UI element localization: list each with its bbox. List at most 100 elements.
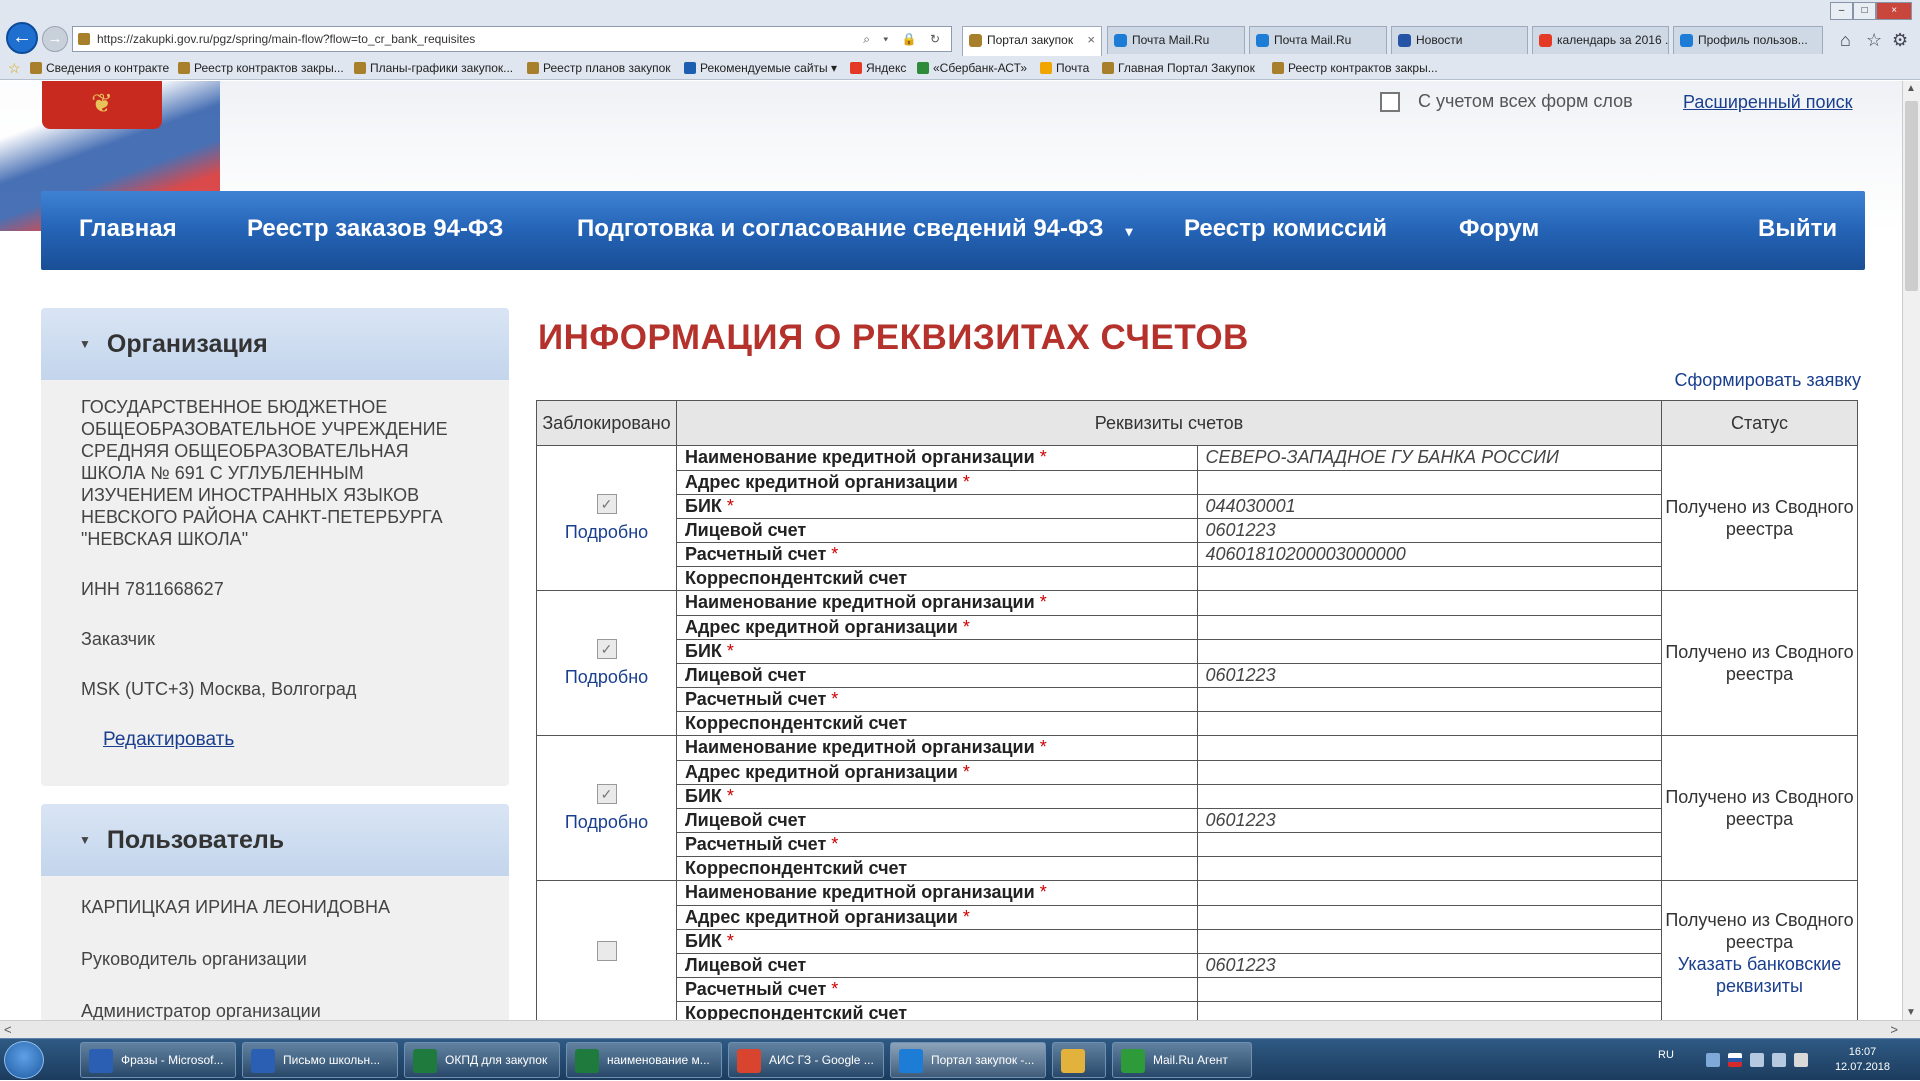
- requisite-label-cell: Адрес кредитной организации *: [677, 905, 1198, 930]
- taskbar-button[interactable]: ОКПД для закупок: [404, 1042, 560, 1078]
- blocked-checkbox[interactable]: ✓: [596, 639, 617, 659]
- edit-organization-link[interactable]: Редактировать: [103, 729, 234, 750]
- start-button[interactable]: [4, 1041, 44, 1079]
- requisite-field-row: Корреспондентский счет: [677, 566, 1661, 590]
- tray-app-icon[interactable]: [1706, 1053, 1720, 1067]
- user-panel-header[interactable]: ▼ Пользователь: [41, 804, 509, 876]
- taskbar-button[interactable]: Письмо школьн...: [242, 1042, 398, 1078]
- network-icon[interactable]: [1750, 1053, 1764, 1067]
- favorite-link[interactable]: Сведения о контракте: [30, 61, 169, 75]
- home-icon[interactable]: ⌂: [1840, 30, 1851, 51]
- requisites-detail-table: Наименование кредитной организации * СЕВЕ…: [677, 446, 1661, 590]
- scroll-right-icon[interactable]: >: [1890, 1022, 1898, 1037]
- close-tab-icon[interactable]: ×: [1087, 27, 1095, 53]
- browser-tab[interactable]: Новости: [1391, 26, 1528, 54]
- clock[interactable]: 16:07 12.07.2018: [1835, 1045, 1890, 1075]
- advanced-search-link[interactable]: Расширенный поиск: [1683, 92, 1853, 113]
- menu-item-forum[interactable]: Форум: [1459, 191, 1539, 270]
- settings-gear-icon[interactable]: ⚙: [1892, 30, 1908, 51]
- forward-button[interactable]: →: [42, 26, 68, 52]
- details-link[interactable]: Подробно: [537, 667, 676, 688]
- url-text[interactable]: https://zakupki.gov.ru/pgz/spring/main-f…: [97, 32, 475, 46]
- requisites-table: Заблокировано Реквизиты счетов Статус ✓ П…: [536, 400, 1858, 1020]
- favorite-link[interactable]: Почта: [1040, 61, 1089, 75]
- taskbar-button[interactable]: АИС ГЗ - Google ...: [728, 1042, 884, 1078]
- taskbar-button[interactable]: Портал закупок -...: [890, 1042, 1046, 1078]
- taskbar-label: Письмо школьн...: [283, 1053, 381, 1067]
- address-controls[interactable]: ⌕ ▾ 🔒 ↻: [863, 27, 945, 51]
- organization-panel-header[interactable]: ▼ Организация: [41, 308, 509, 380]
- menu-label: Реестр заказов 94-ФЗ: [247, 215, 504, 242]
- requisite-value: [1197, 832, 1661, 857]
- requisite-label: БИК: [685, 785, 722, 806]
- taskbar-app-icon: [575, 1049, 599, 1073]
- required-marker: *: [726, 495, 734, 516]
- favorite-link[interactable]: «Сбербанк-АСТ»: [917, 61, 1027, 75]
- browser-tab[interactable]: Портал закупок ×: [962, 26, 1102, 56]
- tab-label: Почта Mail.Ru: [1274, 33, 1352, 47]
- requisite-label-cell: Лицевой счет: [677, 953, 1198, 978]
- browser-tab[interactable]: Почта Mail.Ru: [1107, 26, 1245, 54]
- address-bar[interactable]: https://zakupki.gov.ru/pgz/spring/main-f…: [72, 26, 952, 52]
- scroll-down-icon[interactable]: ▼: [1906, 1007, 1916, 1018]
- favorite-link[interactable]: Реестр контрактов закры...: [178, 61, 344, 75]
- browser-tab[interactable]: Почта Mail.Ru: [1249, 26, 1387, 54]
- requisites-table-body: ✓ Подробно Наименование кредитной организа…: [536, 445, 1858, 1020]
- taskbar-button[interactable]: Фразы - Microsof...: [80, 1042, 236, 1078]
- scroll-left-icon[interactable]: <: [4, 1022, 12, 1037]
- power-icon[interactable]: [1794, 1053, 1808, 1067]
- favorite-link[interactable]: Реестр контрактов закры...: [1272, 61, 1438, 75]
- menu-item-preparation[interactable]: Подготовка и согласование сведений 94-ФЗ…: [577, 191, 1133, 270]
- menu-item-logout[interactable]: Выйти: [1758, 191, 1837, 270]
- requisite-field-row: Корреспондентский счет: [677, 711, 1661, 735]
- taskbar-button[interactable]: наименование м...: [566, 1042, 722, 1078]
- menu-item-home[interactable]: Главная: [79, 191, 177, 270]
- favorite-link[interactable]: Планы-графики закупок...: [354, 61, 513, 75]
- generate-request-link[interactable]: Сформировать заявку: [1674, 370, 1861, 391]
- requisite-field-row: Адрес кредитной организации *: [677, 615, 1661, 640]
- all-word-forms-checkbox[interactable]: [1380, 91, 1400, 112]
- details-link[interactable]: Подробно: [537, 812, 676, 833]
- favorites-star-icon[interactable]: ☆: [1866, 30, 1882, 51]
- required-marker: *: [1039, 737, 1047, 758]
- requisite-value: [1197, 977, 1661, 1002]
- menu-item-commissions[interactable]: Реестр комиссий: [1184, 191, 1387, 270]
- requisite-label: Лицевой счет: [685, 809, 807, 830]
- blocked-checkbox[interactable]: ✓: [596, 494, 617, 514]
- requisite-label-cell: Расчетный счет *: [677, 977, 1198, 1002]
- scroll-up-icon[interactable]: ▲: [1906, 83, 1916, 94]
- browser-tab[interactable]: Профиль пользов...: [1673, 26, 1823, 54]
- language-indicator[interactable]: RU: [1658, 1049, 1674, 1061]
- favorite-icon: [684, 62, 696, 74]
- favorite-link[interactable]: Главная Портал Закупок: [1102, 61, 1255, 75]
- favorites-star-icon[interactable]: ☆: [8, 60, 21, 77]
- blocked-checkbox[interactable]: [596, 940, 617, 961]
- volume-icon[interactable]: [1772, 1053, 1786, 1067]
- vertical-scrollbar[interactable]: ▲ ▼: [1902, 81, 1920, 1020]
- specify-bank-requisites-link[interactable]: Указать банковские реквизиты: [1678, 954, 1841, 996]
- horizontal-scrollbar[interactable]: < >: [0, 1020, 1920, 1038]
- scroll-thumb[interactable]: [1905, 101, 1918, 291]
- requisite-label: Адрес кредитной организации: [685, 616, 958, 637]
- requisite-value: [1197, 736, 1661, 761]
- requisite-label: БИК: [685, 495, 722, 516]
- back-button[interactable]: ←: [6, 22, 38, 54]
- favorite-icon: [30, 62, 42, 74]
- favorite-icon: [850, 62, 862, 74]
- keyboard-layout-flag-icon[interactable]: [1728, 1053, 1742, 1067]
- menu-item-orders-registry[interactable]: Реестр заказов 94-ФЗ: [247, 191, 503, 270]
- requisite-label: Наименование кредитной организации: [685, 737, 1035, 758]
- favorite-link[interactable]: Рекомендуемые сайты ▾: [684, 61, 837, 75]
- favorite-link[interactable]: Реестр планов закупок: [527, 61, 671, 75]
- favorite-link[interactable]: Яндекс: [850, 61, 906, 75]
- browser-tab[interactable]: календарь за 2016 ...: [1532, 26, 1669, 54]
- details-link[interactable]: Подробно: [537, 522, 676, 543]
- taskbar-button[interactable]: Mail.Ru Агент: [1112, 1042, 1252, 1078]
- requisites-cell: Наименование кредитной организации * Адре…: [676, 880, 1662, 1020]
- status-text: Получено из Сводного реестра: [1665, 642, 1854, 684]
- menu-label: Реестр комиссий: [1184, 215, 1387, 242]
- taskbar-button[interactable]: [1052, 1042, 1106, 1078]
- favorite-icon: [1272, 62, 1284, 74]
- blocked-checkbox[interactable]: ✓: [596, 784, 617, 804]
- favorite-label: Реестр планов закупок: [543, 61, 671, 75]
